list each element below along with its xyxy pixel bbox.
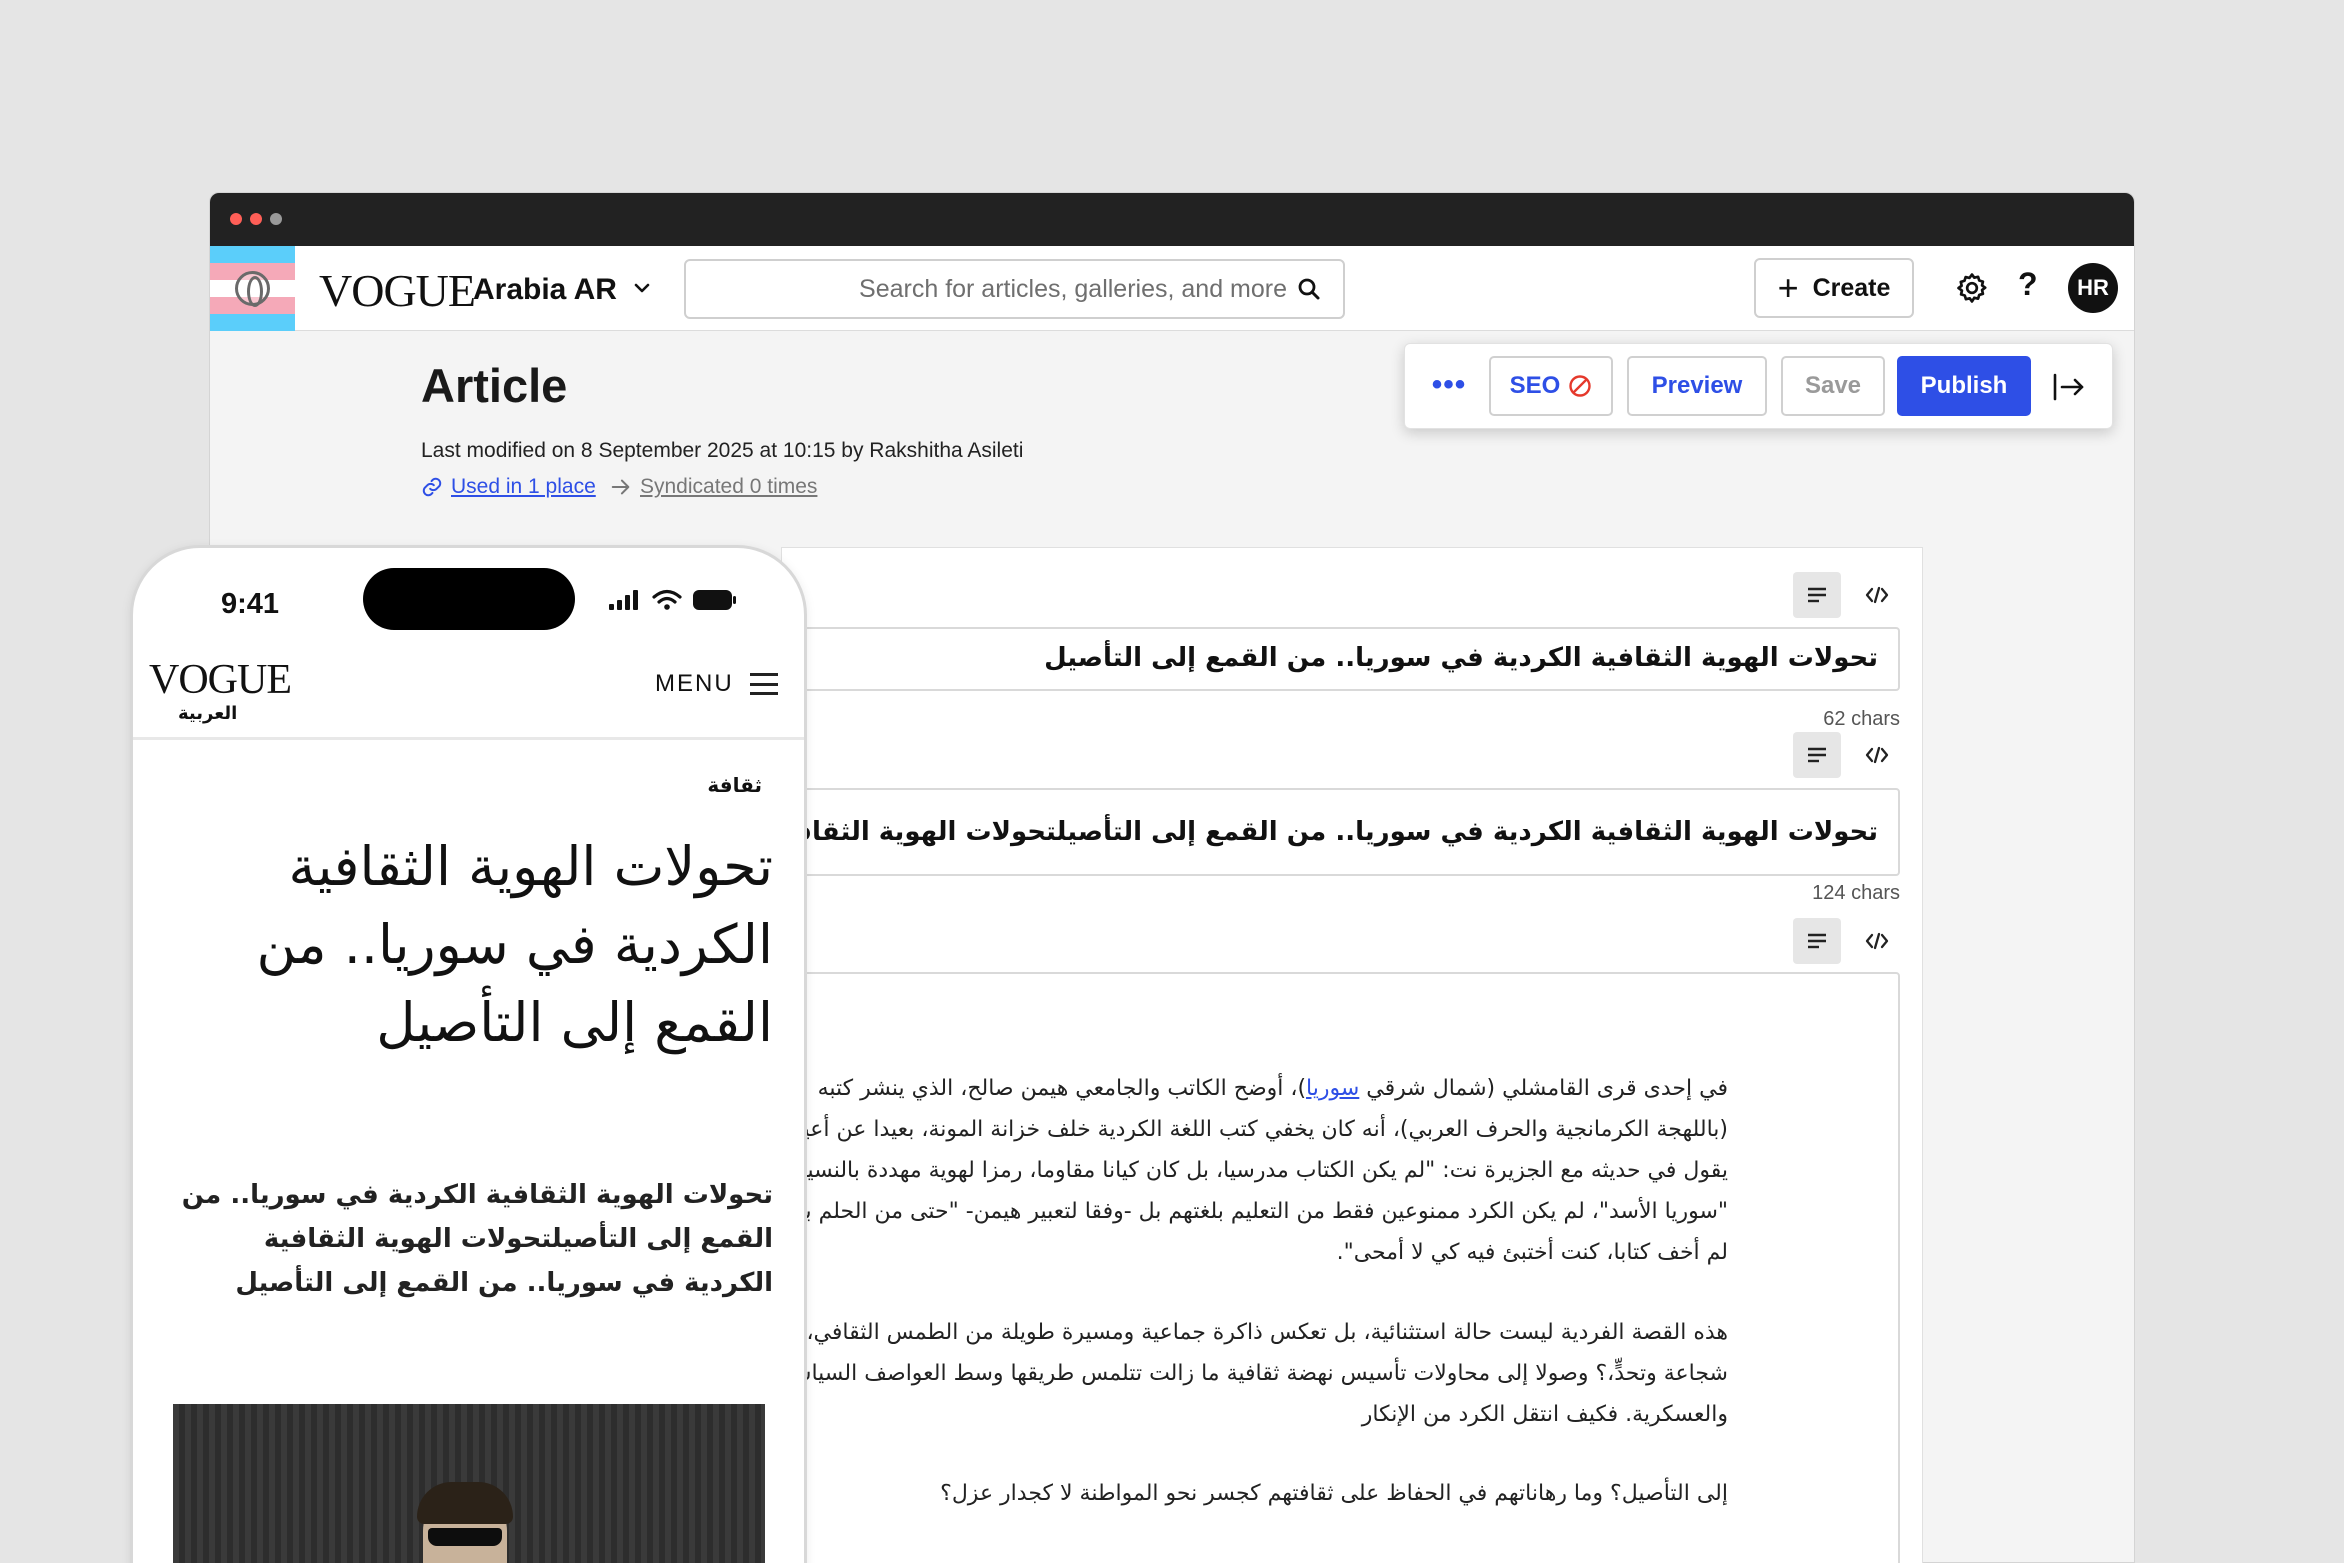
arrow-right-icon [611, 479, 630, 495]
text-format-icon[interactable] [1793, 732, 1841, 778]
syndicated-label: Syndicated 0 times [640, 475, 818, 498]
mobile-vogue-logo[interactable]: VOGUE [149, 656, 292, 704]
mobile-headline: تحولات الهوية الثقافية الكردية في سوريا.… [256, 835, 773, 1054]
code-view-icon[interactable] [1853, 918, 1901, 964]
body-line: يقول في حديثه مع الجزيرة نت: "لم يكن الك… [784, 1158, 1728, 1183]
headline-char-count: 62 chars [1823, 708, 1900, 730]
publish-button[interactable]: Publish [1897, 356, 2031, 416]
preview-button[interactable]: Preview [1627, 356, 1767, 416]
used-in-link[interactable]: Used in 1 place [421, 475, 596, 499]
text-format-icon[interactable] [1793, 572, 1841, 618]
window-chrome [210, 193, 2134, 246]
mobile-site-header: VOGUE العربية MENU [133, 648, 804, 740]
site-selector[interactable]: Arabia AR [473, 273, 617, 307]
gear-icon[interactable] [1955, 271, 1989, 305]
syria-link[interactable]: سوريا [1306, 1076, 1359, 1101]
maximize-window-button[interactable] [270, 213, 282, 225]
body-line: إلى التأصيل؟ وما رهاناتهم في الحفاظ على … [940, 1481, 1728, 1506]
prohibited-icon [1569, 375, 1592, 397]
headline-field[interactable]: تحولات الهوية الثقافية الكردية في سوريا.… [782, 627, 1900, 691]
user-avatar[interactable]: HR [2068, 263, 2118, 313]
vogue-logo: VOGUE [319, 265, 476, 316]
search-bar [684, 259, 1345, 319]
more-options-button[interactable]: ••• [1420, 356, 1478, 414]
body-line: هذه القصة الفردية ليست حالة استثنائية، ب… [782, 1320, 1728, 1345]
subheadline-char-count: 124 chars [1812, 882, 1900, 904]
page-title: Article [421, 359, 568, 412]
body-line: "سوريا الأسد"، لم يكن الكرد ممنوعين فقط … [788, 1199, 1728, 1224]
battery-icon [693, 590, 736, 610]
code-view-icon[interactable] [1853, 572, 1901, 618]
sunglasses [428, 1528, 502, 1546]
search-input[interactable] [767, 261, 1287, 317]
mobile-lead-image [173, 1404, 765, 1563]
help-icon[interactable]: ? [2018, 266, 2038, 303]
syndicated-link[interactable]: Syndicated 0 times [610, 475, 817, 499]
status-time: 9:41 [221, 588, 280, 620]
body-paragraph-2: هذه القصة الفردية ليست حالة استثنائية، ب… [782, 1312, 1728, 1435]
body-line: في إحدى قرى القامشلي (شمال شرقي سوريا)، … [817, 1076, 1728, 1101]
mobile-subheadline: تحولات الهوية الثقافية الكردية في سوريا.… [181, 1180, 773, 1298]
wifi-icon [652, 589, 682, 610]
editor-panel: تحولات الهوية الثقافية الكردية في سوريا.… [781, 547, 1923, 1563]
search-icon[interactable] [1297, 277, 1321, 301]
menu-label: MENU [655, 670, 734, 697]
body-paragraph-1: في إحدى قرى القامشلي (شمال شرقي سوريا)، … [785, 1068, 1728, 1273]
mobile-category-label[interactable]: ثقافة [707, 773, 762, 797]
minimize-window-button[interactable] [250, 213, 262, 225]
dynamic-island [363, 568, 575, 630]
chevron-down-icon[interactable] [632, 274, 652, 305]
create-label: Create [1812, 273, 1891, 302]
body-paragraph-3: إلى التأصيل؟ وما رهاناتهم في الحفاظ على … [940, 1473, 1728, 1514]
subheadline-field-tools [1793, 732, 1901, 778]
body-line: (باللهجة الكرمانجية والحرف العربي)، أنه … [786, 1117, 1728, 1142]
signal-icon [609, 590, 638, 610]
subheadline-text: تحولات الهوية الثقافية الكردية في سوريا.… [784, 817, 1878, 847]
plus-icon: + [1777, 267, 1799, 308]
used-in-label: Used in 1 place [451, 475, 596, 498]
status-icons [608, 588, 738, 612]
body-line: والعسكرية. فكيف انتقل الكرد من الإنكار [1361, 1402, 1728, 1427]
headline-field-tools [1793, 572, 1901, 618]
top-navigation-bar: VOGUE Arabia AR + Create ? HR [210, 246, 2134, 331]
code-view-icon[interactable] [1853, 732, 1901, 778]
body-field-tools [1793, 918, 1901, 964]
mobile-preview: 9:41 VOGUE العربية MENU ثقافة تحولات اله… [130, 545, 807, 1563]
article-action-toolbar: ••• SEO Preview Save Publish [1404, 343, 2113, 429]
body-line: شجاعة وتحدٍّ،؟ وصولا إلى محاولات تأسيس ن… [782, 1361, 1728, 1386]
create-button[interactable]: + Create [1754, 258, 1914, 318]
mobile-menu-button[interactable]: MENU [655, 670, 778, 698]
link-icon [422, 477, 442, 497]
seo-button[interactable]: SEO [1489, 356, 1613, 416]
text-format-icon[interactable] [1793, 918, 1841, 964]
close-window-button[interactable] [230, 213, 242, 225]
subheadline-field[interactable]: تحولات الهوية الثقافية الكردية في سوريا.… [782, 788, 1900, 876]
mobile-logo-subtitle: العربية [178, 703, 238, 724]
body-editor[interactable]: في إحدى قرى القامشلي (شمال شرقي سوريا)، … [782, 972, 1900, 1563]
headline-text: تحولات الهوية الثقافية الكردية في سوريا.… [1044, 643, 1878, 673]
person-hair [417, 1482, 513, 1524]
body-line: لم أخف كتابا، كنت أختبئ فيه كي لا أمحى". [1336, 1240, 1728, 1265]
save-button[interactable]: Save [1781, 356, 1885, 416]
brand-logo-icon[interactable] [210, 246, 295, 331]
seo-label: SEO [1509, 372, 1561, 399]
hamburger-icon [749, 673, 778, 695]
last-modified-text: Last modified on 8 September 2025 at 10:… [421, 439, 1024, 462]
exit-editor-icon[interactable] [2052, 371, 2086, 403]
